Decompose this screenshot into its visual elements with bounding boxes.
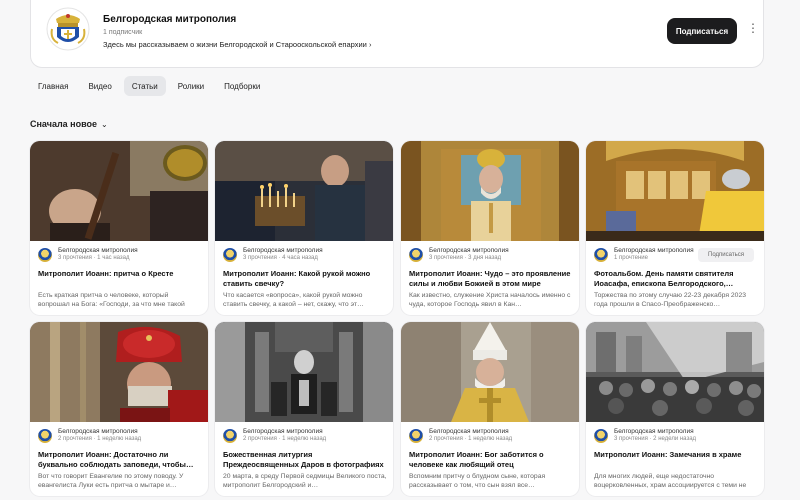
article-thumbnail [30,141,208,241]
card-title[interactable]: Митрополит Иоанн: Достаточно ли буквальн… [38,450,202,470]
subscriber-count: 1 подписчик [103,29,143,36]
article-thumbnail [215,141,393,241]
card-meta: Белгородская митрополия 2 прочтения · 1 … [223,428,387,448]
article-card[interactable]: Белгородская митрополия 2 прочтения · 1 … [401,322,579,496]
article-card[interactable]: Белгородская митрополия 2 прочтения · 1 … [215,322,393,496]
card-meta: Белгородская митрополия 3 прочтения · 2 … [594,428,758,448]
article-thumbnail [30,322,208,422]
channel-avatar-icon[interactable] [38,429,52,443]
card-channel-name[interactable]: Белгородская митрополия [58,247,138,254]
tab-video[interactable]: Видео [80,76,119,96]
card-snippet: Вот что говорит Евангелие по этому повод… [38,473,184,489]
channel-avatar-icon[interactable] [223,429,237,443]
article-thumbnail [586,322,764,422]
card-snippet: Что касается «вопроса», какой рукой можн… [223,292,364,308]
card-channel-name[interactable]: Белгородская митрополия [614,247,694,254]
article-thumbnail [586,141,764,241]
card-channel-name[interactable]: Белгородская митрополия [614,428,694,435]
card-subscribe-button[interactable]: Подписаться [698,248,754,262]
card-channel-name[interactable]: Белгородская митрополия [429,428,509,435]
card-stats: 3 прочтения · 3 дня назад [429,255,502,261]
card-meta: Белгородская митрополия 3 прочтения · 3 … [409,247,573,267]
more-vertical-icon[interactable]: ⋮ [747,22,759,34]
card-snippet: Есть краткая притча о человеке, который … [38,292,185,308]
channel-tabs: Главная Видео Статьи Ролики Подборки [30,76,272,96]
channel-avatar-icon[interactable] [38,248,52,262]
article-card[interactable]: Белгородская митрополия 3 прочтения · 1 … [30,141,208,315]
tab-articles[interactable]: Статьи [123,76,166,96]
tab-shorts[interactable]: Ролики [170,76,212,96]
card-meta: Белгородская митрополия 2 прочтения · 1 … [38,428,202,448]
card-channel-name[interactable]: Белгородская митрополия [429,247,509,254]
channel-title[interactable]: Белгородская митрополия [103,14,236,25]
tab-home[interactable]: Главная [30,76,76,96]
channel-avatar-icon[interactable] [409,429,423,443]
card-title[interactable]: Митрополит Иоанн: Замечания в храме [594,450,758,460]
card-title[interactable]: Митрополит Иоанн: Какой рукой можно став… [223,269,387,289]
card-stats: 2 прочтения · 1 неделю назад [429,436,513,442]
card-meta: Белгородская митрополия 1 прочтение Подп… [594,247,758,267]
article-card[interactable]: Белгородская митрополия 3 прочтения · 2 … [586,322,764,496]
chevron-right-icon: › [368,40,372,49]
card-stats: 3 прочтения · 2 недели назад [614,436,697,442]
coat-of-arms-icon [46,7,90,51]
card-title[interactable]: Митрополит Иоанн: Бог заботится о челове… [409,450,573,470]
channel-logo[interactable] [45,6,91,52]
channel-avatar-icon[interactable] [223,248,237,262]
card-channel-name[interactable]: Белгородская митрополия [58,428,138,435]
tab-collections[interactable]: Подборки [216,76,268,96]
card-snippet: Вспомним притчу о блудном сыне, которая … [409,473,546,489]
article-thumbnail [401,141,579,241]
card-meta: Белгородская митрополия 3 прочтения · 1 … [38,247,202,267]
card-title[interactable]: Митрополит Иоанн: Чудо – это проявление … [409,269,573,289]
card-snippet: Торжества по этому случаю 22-23 декабря … [594,292,747,308]
description-text: Здесь мы рассказываем о жизни Белгородск… [103,40,367,49]
article-thumbnail [401,322,579,422]
sort-label: Сначала новое [30,119,98,129]
card-meta: Белгородская митрополия 3 прочтения · 4 … [223,247,387,267]
channel-avatar-icon[interactable] [594,429,608,443]
card-snippet: 20 марта, в среду Первой седмицы Великог… [223,473,387,489]
article-card[interactable]: Белгородская митрополия 3 прочтения · 3 … [401,141,579,315]
sort-dropdown[interactable]: Сначала новое ⌄ [30,119,108,129]
chevron-down-icon: ⌄ [101,119,108,129]
card-channel-name[interactable]: Белгородская митрополия [243,247,323,254]
card-snippet: Для многих людей, еще недостаточно воцер… [594,473,747,489]
channel-avatar-icon[interactable] [594,248,608,262]
card-stats: 3 прочтения · 1 час назад [58,255,130,261]
channel-avatar-icon[interactable] [409,248,423,262]
article-thumbnail [215,322,393,422]
card-stats: 3 прочтения · 4 часа назад [243,255,318,261]
card-title[interactable]: Фотоальбом. День памяти святителя Иоасаф… [594,269,758,289]
channel-header: Белгородская митрополия 1 подписчик Здес… [30,0,764,68]
card-stats: 1 прочтение [614,255,648,261]
card-meta: Белгородская митрополия 2 прочтения · 1 … [409,428,573,448]
channel-description[interactable]: Здесь мы рассказываем о жизни Белгородск… [103,40,371,49]
card-title[interactable]: Божественная литургия Преждеосвященных Д… [223,450,387,470]
subscribe-button[interactable]: Подписаться [667,18,737,44]
card-stats: 2 прочтения · 1 неделю назад [243,436,327,442]
card-snippet: Как известно, служение Христа началось и… [409,292,571,308]
card-title[interactable]: Митрополит Иоанн: притча о Кресте [38,269,202,279]
card-stats: 2 прочтения · 1 неделю назад [58,436,142,442]
card-channel-name[interactable]: Белгородская митрополия [243,428,323,435]
article-card[interactable]: Белгородская митрополия 2 прочтения · 1 … [30,322,208,496]
article-card[interactable]: Белгородская митрополия 3 прочтения · 4 … [215,141,393,315]
article-card[interactable]: Белгородская митрополия 1 прочтение Подп… [586,141,764,315]
